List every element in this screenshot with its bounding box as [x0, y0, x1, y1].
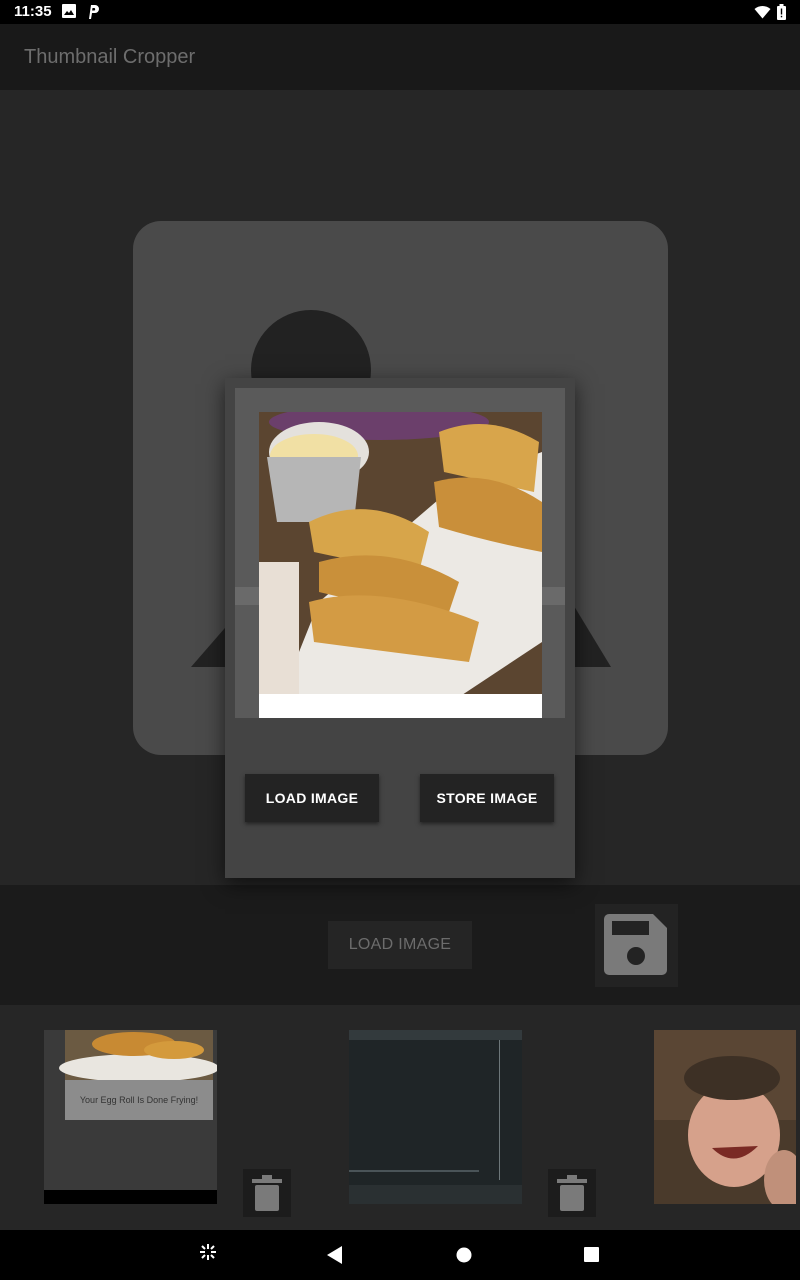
image-icon [62, 4, 76, 23]
save-button[interactable] [595, 904, 678, 987]
floppy-disk-icon [604, 914, 667, 975]
p-app-icon [86, 4, 100, 25]
app-screen: 11:35 Thumbnail Cropper LOAD IMAGE Your … [0, 0, 800, 1280]
wifi-icon [754, 5, 771, 24]
delete-thumbnail-button[interactable] [548, 1169, 596, 1217]
battery-icon [777, 4, 786, 25]
status-time: 11:35 [14, 3, 52, 20]
back-icon[interactable] [327, 1246, 343, 1269]
home-icon[interactable] [456, 1247, 472, 1268]
dialog-store-image-button[interactable]: STORE IMAGE [420, 774, 554, 822]
thumbnail-item[interactable] [654, 1030, 796, 1204]
app-bar: Thumbnail Cropper [0, 24, 800, 90]
image-dialog: LOAD IMAGE STORE IMAGE [225, 378, 575, 878]
image-preview-frame [235, 388, 565, 718]
delete-thumbnail-button[interactable] [243, 1169, 291, 1217]
status-bar: 11:35 [0, 0, 800, 24]
thumbnail-caption: Your Egg Roll Is Done Frying! [79, 1095, 199, 1105]
thumbnail-list: Your Egg Roll Is Done Frying! [4, 1007, 800, 1230]
recents-icon[interactable] [584, 1247, 599, 1267]
thumbnail-item[interactable] [349, 1030, 522, 1204]
app-title: Thumbnail Cropper [24, 46, 196, 68]
trash-icon [252, 1175, 282, 1211]
terminal-screenshot-thumbnail [349, 1030, 522, 1204]
thumbnail-item[interactable]: Your Egg Roll Is Done Frying! [44, 1030, 217, 1204]
laughing-man-thumbnail [654, 1030, 796, 1204]
dialog-load-image-button[interactable]: LOAD IMAGE [245, 774, 379, 822]
controls-row: LOAD IMAGE [0, 885, 800, 1005]
load-image-button[interactable]: LOAD IMAGE [328, 921, 472, 969]
trash-icon [557, 1175, 587, 1211]
image-preview [259, 412, 542, 718]
navigation-bar [0, 1230, 800, 1280]
egg-roll-photo [259, 412, 542, 718]
apps-icon[interactable] [199, 1243, 217, 1266]
